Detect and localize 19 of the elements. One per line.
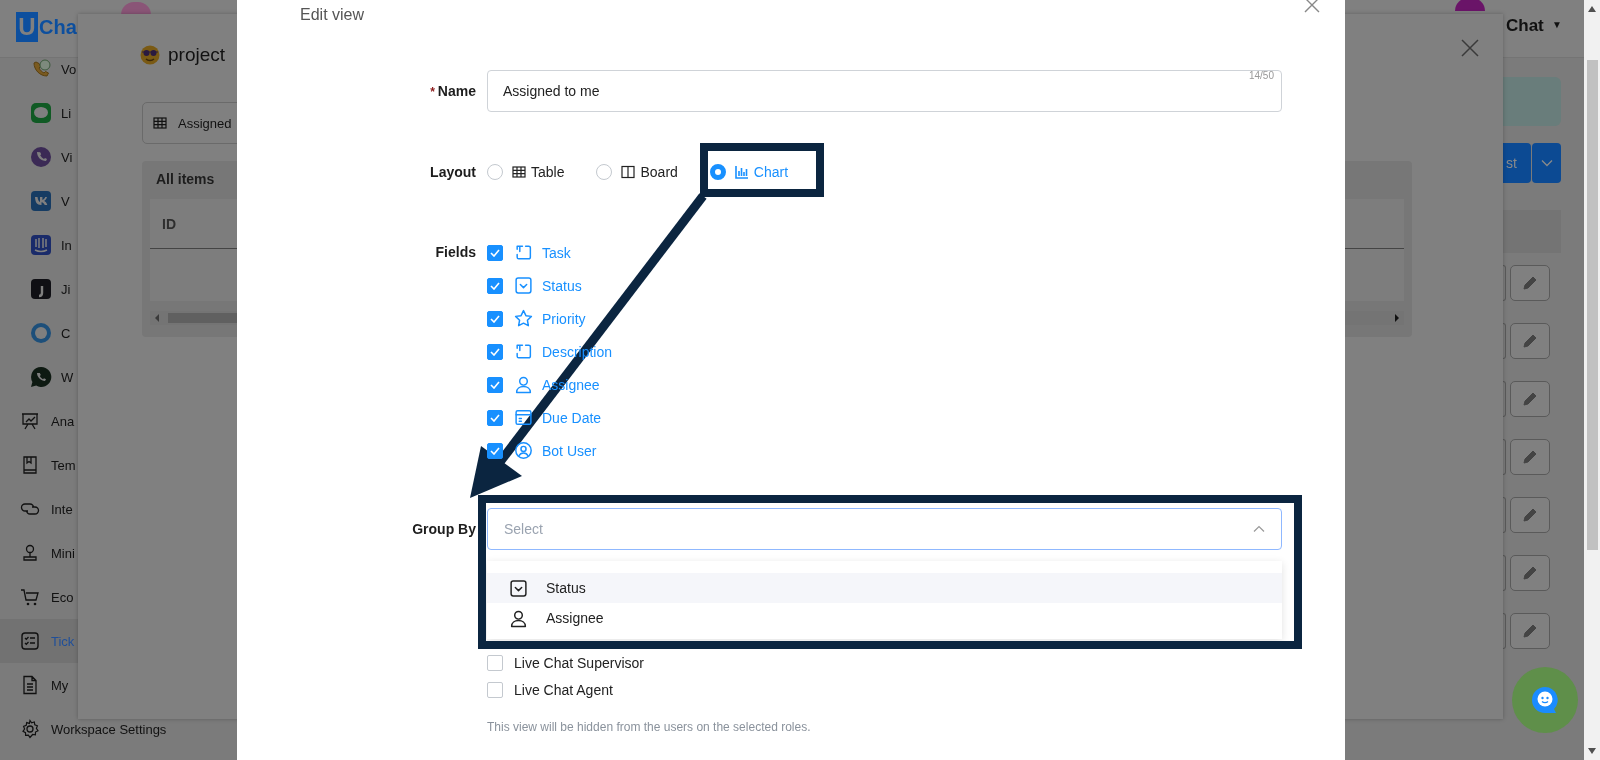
field-label: Name (437, 83, 476, 99)
role-label: Live Chat Agent (514, 681, 613, 698)
role-label: Live Chat Supervisor (514, 654, 644, 671)
column-header: ID (162, 215, 176, 232)
project-title: project (168, 44, 226, 66)
dialog-title: Edit view (300, 6, 365, 24)
field-name: Priority (542, 310, 586, 327)
required-mark: * (430, 85, 435, 99)
field-name: Bot User (542, 442, 597, 459)
logo: U Cha (16, 12, 77, 42)
field-label: Layout (430, 164, 476, 180)
field-label: Group By (412, 521, 476, 537)
field-label: Fields (435, 244, 476, 262)
field-name: Due Date (542, 409, 602, 426)
card-title: All items (156, 171, 215, 187)
character-counter: 14/50 (1248, 70, 1274, 81)
field-name: Task (542, 244, 571, 261)
field-name: Status (542, 277, 582, 294)
help-text: This view will be hidden from the users on the selected roles. (487, 720, 812, 734)
